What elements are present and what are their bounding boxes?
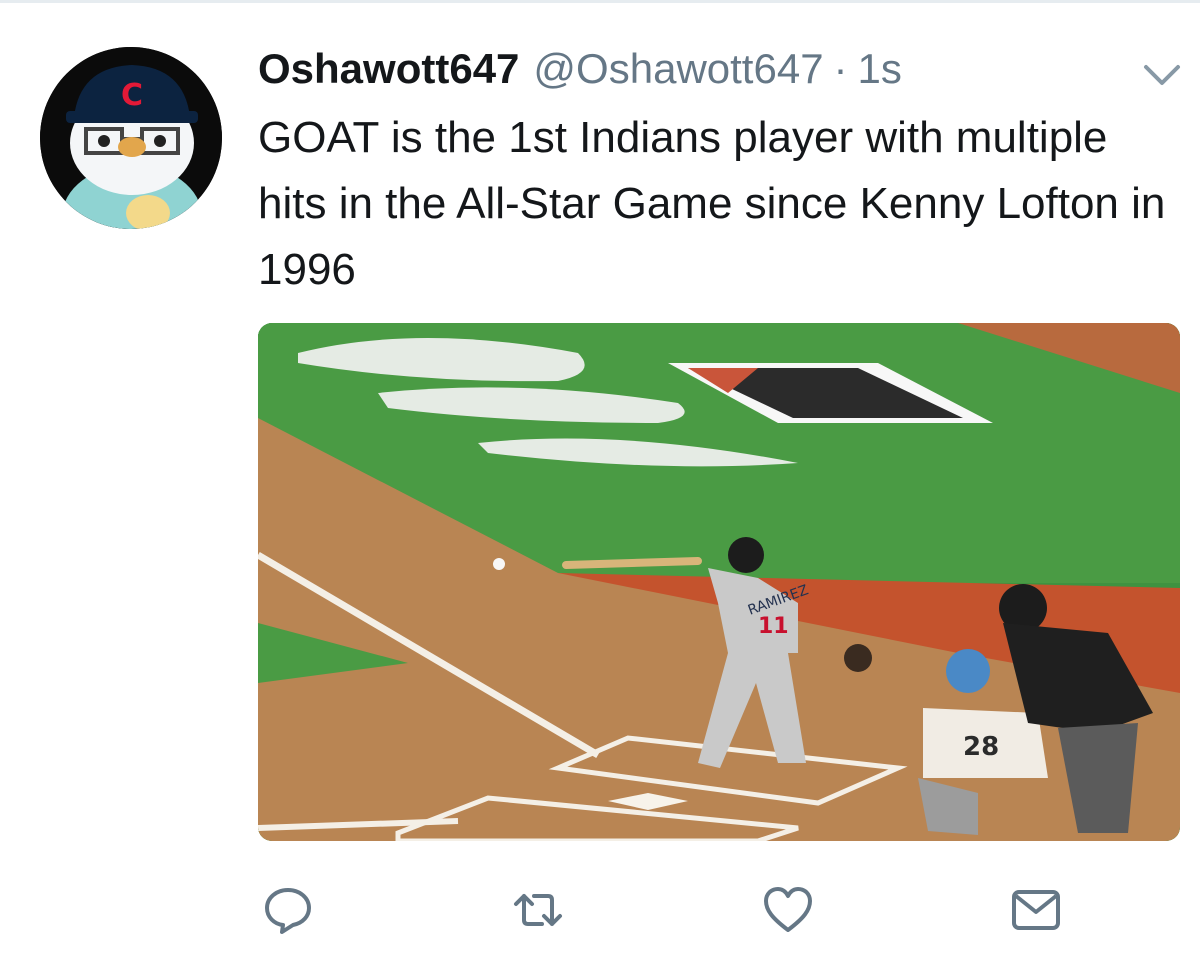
reply-icon [265, 888, 311, 934]
like-button[interactable] [760, 881, 816, 939]
catcher-number: 28 [963, 732, 999, 762]
jersey-number: 11 [758, 614, 789, 639]
reply-button[interactable] [260, 881, 316, 939]
tweet[interactable]: C Oshawott647 @Oshawott647 · 1s GOAT is … [0, 0, 1200, 973]
baseball-photo: RAMIREZ 11 28 [258, 323, 1180, 841]
tweet-header: Oshawott647 @Oshawott647 · 1s [258, 41, 902, 97]
retweet-button[interactable] [510, 881, 566, 939]
username-handle[interactable]: @Oshawott647 [533, 41, 823, 97]
retweet-icon [514, 894, 562, 926]
action-bar [0, 881, 1200, 943]
timestamp[interactable]: 1s [858, 41, 902, 97]
direct-message-button[interactable] [1008, 881, 1064, 939]
tweet-photo[interactable]: RAMIREZ 11 28 [258, 323, 1180, 841]
separator: · [833, 45, 848, 92]
avatar[interactable]: C [40, 47, 222, 229]
display-name[interactable]: Oshawott647 [258, 41, 519, 97]
tweet-text: GOAT is the 1st Indians player with mult… [258, 113, 1166, 294]
direct-message-icon [1012, 890, 1060, 930]
like-icon [764, 887, 812, 932]
avatar-image: C [40, 47, 222, 229]
chevron-down-icon[interactable] [1140, 57, 1184, 93]
cap-letter: C [121, 78, 143, 113]
